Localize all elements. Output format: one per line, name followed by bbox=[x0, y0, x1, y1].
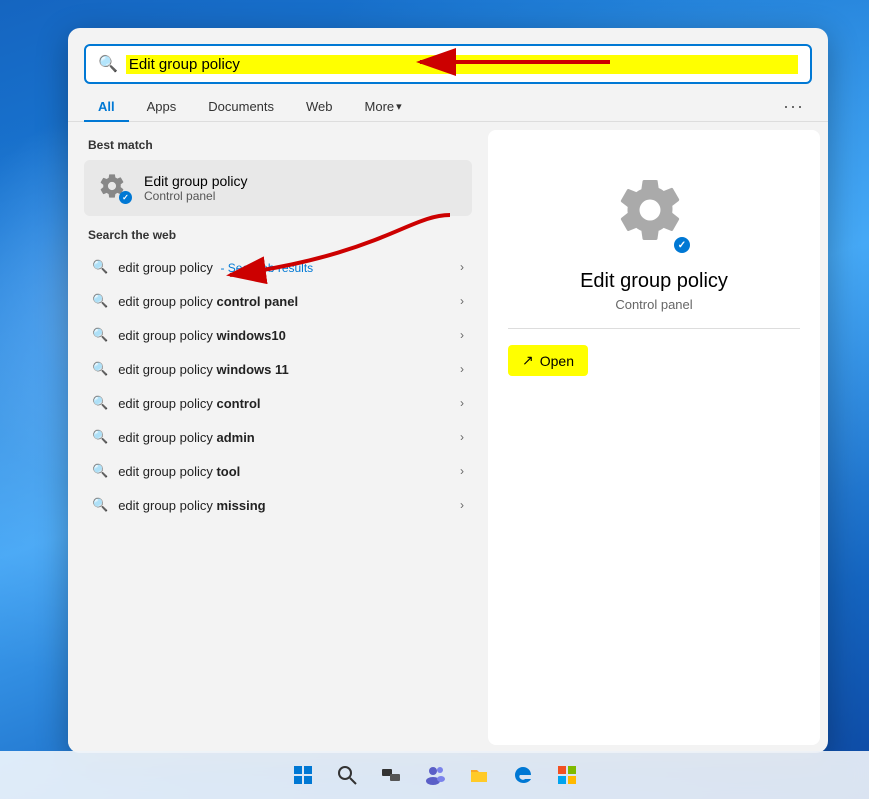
gear-check-icon-small: ✓ bbox=[98, 172, 130, 204]
best-match-name: Edit group policy bbox=[144, 173, 248, 189]
chevron-right-icon: › bbox=[460, 260, 464, 274]
list-item[interactable]: 🔍 edit group policy control › bbox=[84, 386, 472, 420]
list-item[interactable]: 🔍 edit group policy control panel › bbox=[84, 284, 472, 318]
bold-text: missing bbox=[216, 498, 265, 513]
bold-text: windows10 bbox=[216, 328, 285, 343]
divider bbox=[508, 328, 800, 329]
tabs-right: ··· bbox=[775, 92, 812, 121]
list-item[interactable]: 🔍 edit group policy windows10 › bbox=[84, 318, 472, 352]
web-item-text: edit group policy windows10 bbox=[118, 328, 450, 343]
bold-text: admin bbox=[216, 430, 254, 445]
taskbar-explorer-button[interactable] bbox=[461, 757, 497, 793]
search-web-icon: 🔍 bbox=[92, 259, 108, 275]
right-panel-title: Edit group policy bbox=[580, 270, 728, 293]
bold-text: windows 11 bbox=[216, 362, 288, 377]
right-panel: ✓ Edit group policy Control panel ↗ Open bbox=[488, 130, 820, 745]
list-item[interactable]: 🔍 edit group policy - See web results › bbox=[84, 250, 472, 284]
web-search-items: 🔍 edit group policy - See web results › … bbox=[84, 250, 472, 522]
list-item[interactable]: 🔍 edit group policy tool › bbox=[84, 454, 472, 488]
web-item-text: edit group policy tool bbox=[118, 464, 450, 479]
best-match-label: Best match bbox=[84, 138, 472, 152]
taskbar bbox=[0, 751, 869, 799]
taskbar-teams-button[interactable] bbox=[417, 757, 453, 793]
tab-all[interactable]: All bbox=[84, 93, 129, 122]
tab-web[interactable]: Web bbox=[292, 93, 347, 122]
best-match-text: Edit group policy Control panel bbox=[144, 173, 248, 203]
see-web-results: - See web results bbox=[220, 261, 313, 275]
check-badge-large: ✓ bbox=[674, 237, 690, 253]
tabs-bar: All Apps Documents Web More ▾ ··· bbox=[68, 84, 828, 122]
best-match-sub: Control panel bbox=[144, 189, 248, 203]
chevron-down-icon: ▾ bbox=[396, 100, 402, 113]
best-match-item[interactable]: ✓ Edit group policy Control panel bbox=[84, 160, 472, 216]
chevron-right-icon: › bbox=[460, 396, 464, 410]
more-options-button[interactable]: ··· bbox=[775, 92, 812, 121]
taskbar-task-view-button[interactable] bbox=[373, 757, 409, 793]
app-icon-wrap: ✓ bbox=[96, 170, 132, 206]
search-panel: 🔍 Edit group policy All Apps Documents W… bbox=[68, 28, 828, 753]
chevron-right-icon: › bbox=[460, 328, 464, 342]
search-web-icon: 🔍 bbox=[92, 327, 108, 343]
right-icon-wrap: ✓ bbox=[614, 174, 694, 254]
taskbar-edge-button[interactable] bbox=[505, 757, 541, 793]
web-item-text: edit group policy admin bbox=[118, 430, 450, 445]
chevron-right-icon: › bbox=[460, 464, 464, 478]
search-web-icon: 🔍 bbox=[92, 395, 108, 411]
chevron-right-icon: › bbox=[460, 430, 464, 444]
search-web-icon: 🔍 bbox=[92, 497, 108, 513]
taskbar-store-button[interactable] bbox=[549, 757, 585, 793]
web-item-text: edit group policy control panel bbox=[118, 294, 450, 309]
list-item[interactable]: 🔍 edit group policy missing › bbox=[84, 488, 472, 522]
open-icon: ↗ bbox=[522, 352, 534, 369]
chevron-right-icon: › bbox=[460, 362, 464, 376]
search-web-icon: 🔍 bbox=[92, 361, 108, 377]
bold-text: control bbox=[216, 396, 260, 411]
tab-more[interactable]: More ▾ bbox=[351, 93, 416, 122]
chevron-right-icon: › bbox=[460, 294, 464, 308]
search-web-icon: 🔍 bbox=[92, 429, 108, 445]
search-web-icon: 🔍 bbox=[92, 293, 108, 309]
taskbar-start-button[interactable] bbox=[285, 757, 321, 793]
bold-text: tool bbox=[216, 464, 240, 479]
chevron-right-icon: › bbox=[460, 498, 464, 512]
taskbar-search-button[interactable] bbox=[329, 757, 365, 793]
search-input[interactable]: Edit group policy bbox=[126, 55, 798, 74]
web-item-text: edit group policy missing bbox=[118, 498, 450, 513]
check-badge-small: ✓ bbox=[119, 191, 132, 204]
gear-check-icon-large: ✓ bbox=[614, 174, 686, 251]
search-icon: 🔍 bbox=[98, 54, 118, 74]
bold-text: control panel bbox=[216, 294, 298, 309]
right-panel-sub: Control panel bbox=[615, 297, 692, 312]
web-section-label: Search the web bbox=[84, 228, 472, 242]
main-content: Best match ✓ Edit group policy Control p… bbox=[68, 122, 828, 753]
open-button[interactable]: ↗ Open bbox=[508, 345, 588, 376]
left-panel: Best match ✓ Edit group policy Control p… bbox=[68, 122, 488, 753]
search-web-icon: 🔍 bbox=[92, 463, 108, 479]
web-item-text: edit group policy control bbox=[118, 396, 450, 411]
web-item-text: edit group policy - See web results bbox=[118, 260, 450, 275]
list-item[interactable]: 🔍 edit group policy admin › bbox=[84, 420, 472, 454]
list-item[interactable]: 🔍 edit group policy windows 11 › bbox=[84, 352, 472, 386]
tab-apps[interactable]: Apps bbox=[133, 93, 191, 122]
web-item-text: edit group policy windows 11 bbox=[118, 362, 450, 377]
tab-documents[interactable]: Documents bbox=[194, 93, 288, 122]
search-bar[interactable]: 🔍 Edit group policy bbox=[84, 44, 812, 84]
search-bar-container: 🔍 Edit group policy bbox=[68, 28, 828, 84]
